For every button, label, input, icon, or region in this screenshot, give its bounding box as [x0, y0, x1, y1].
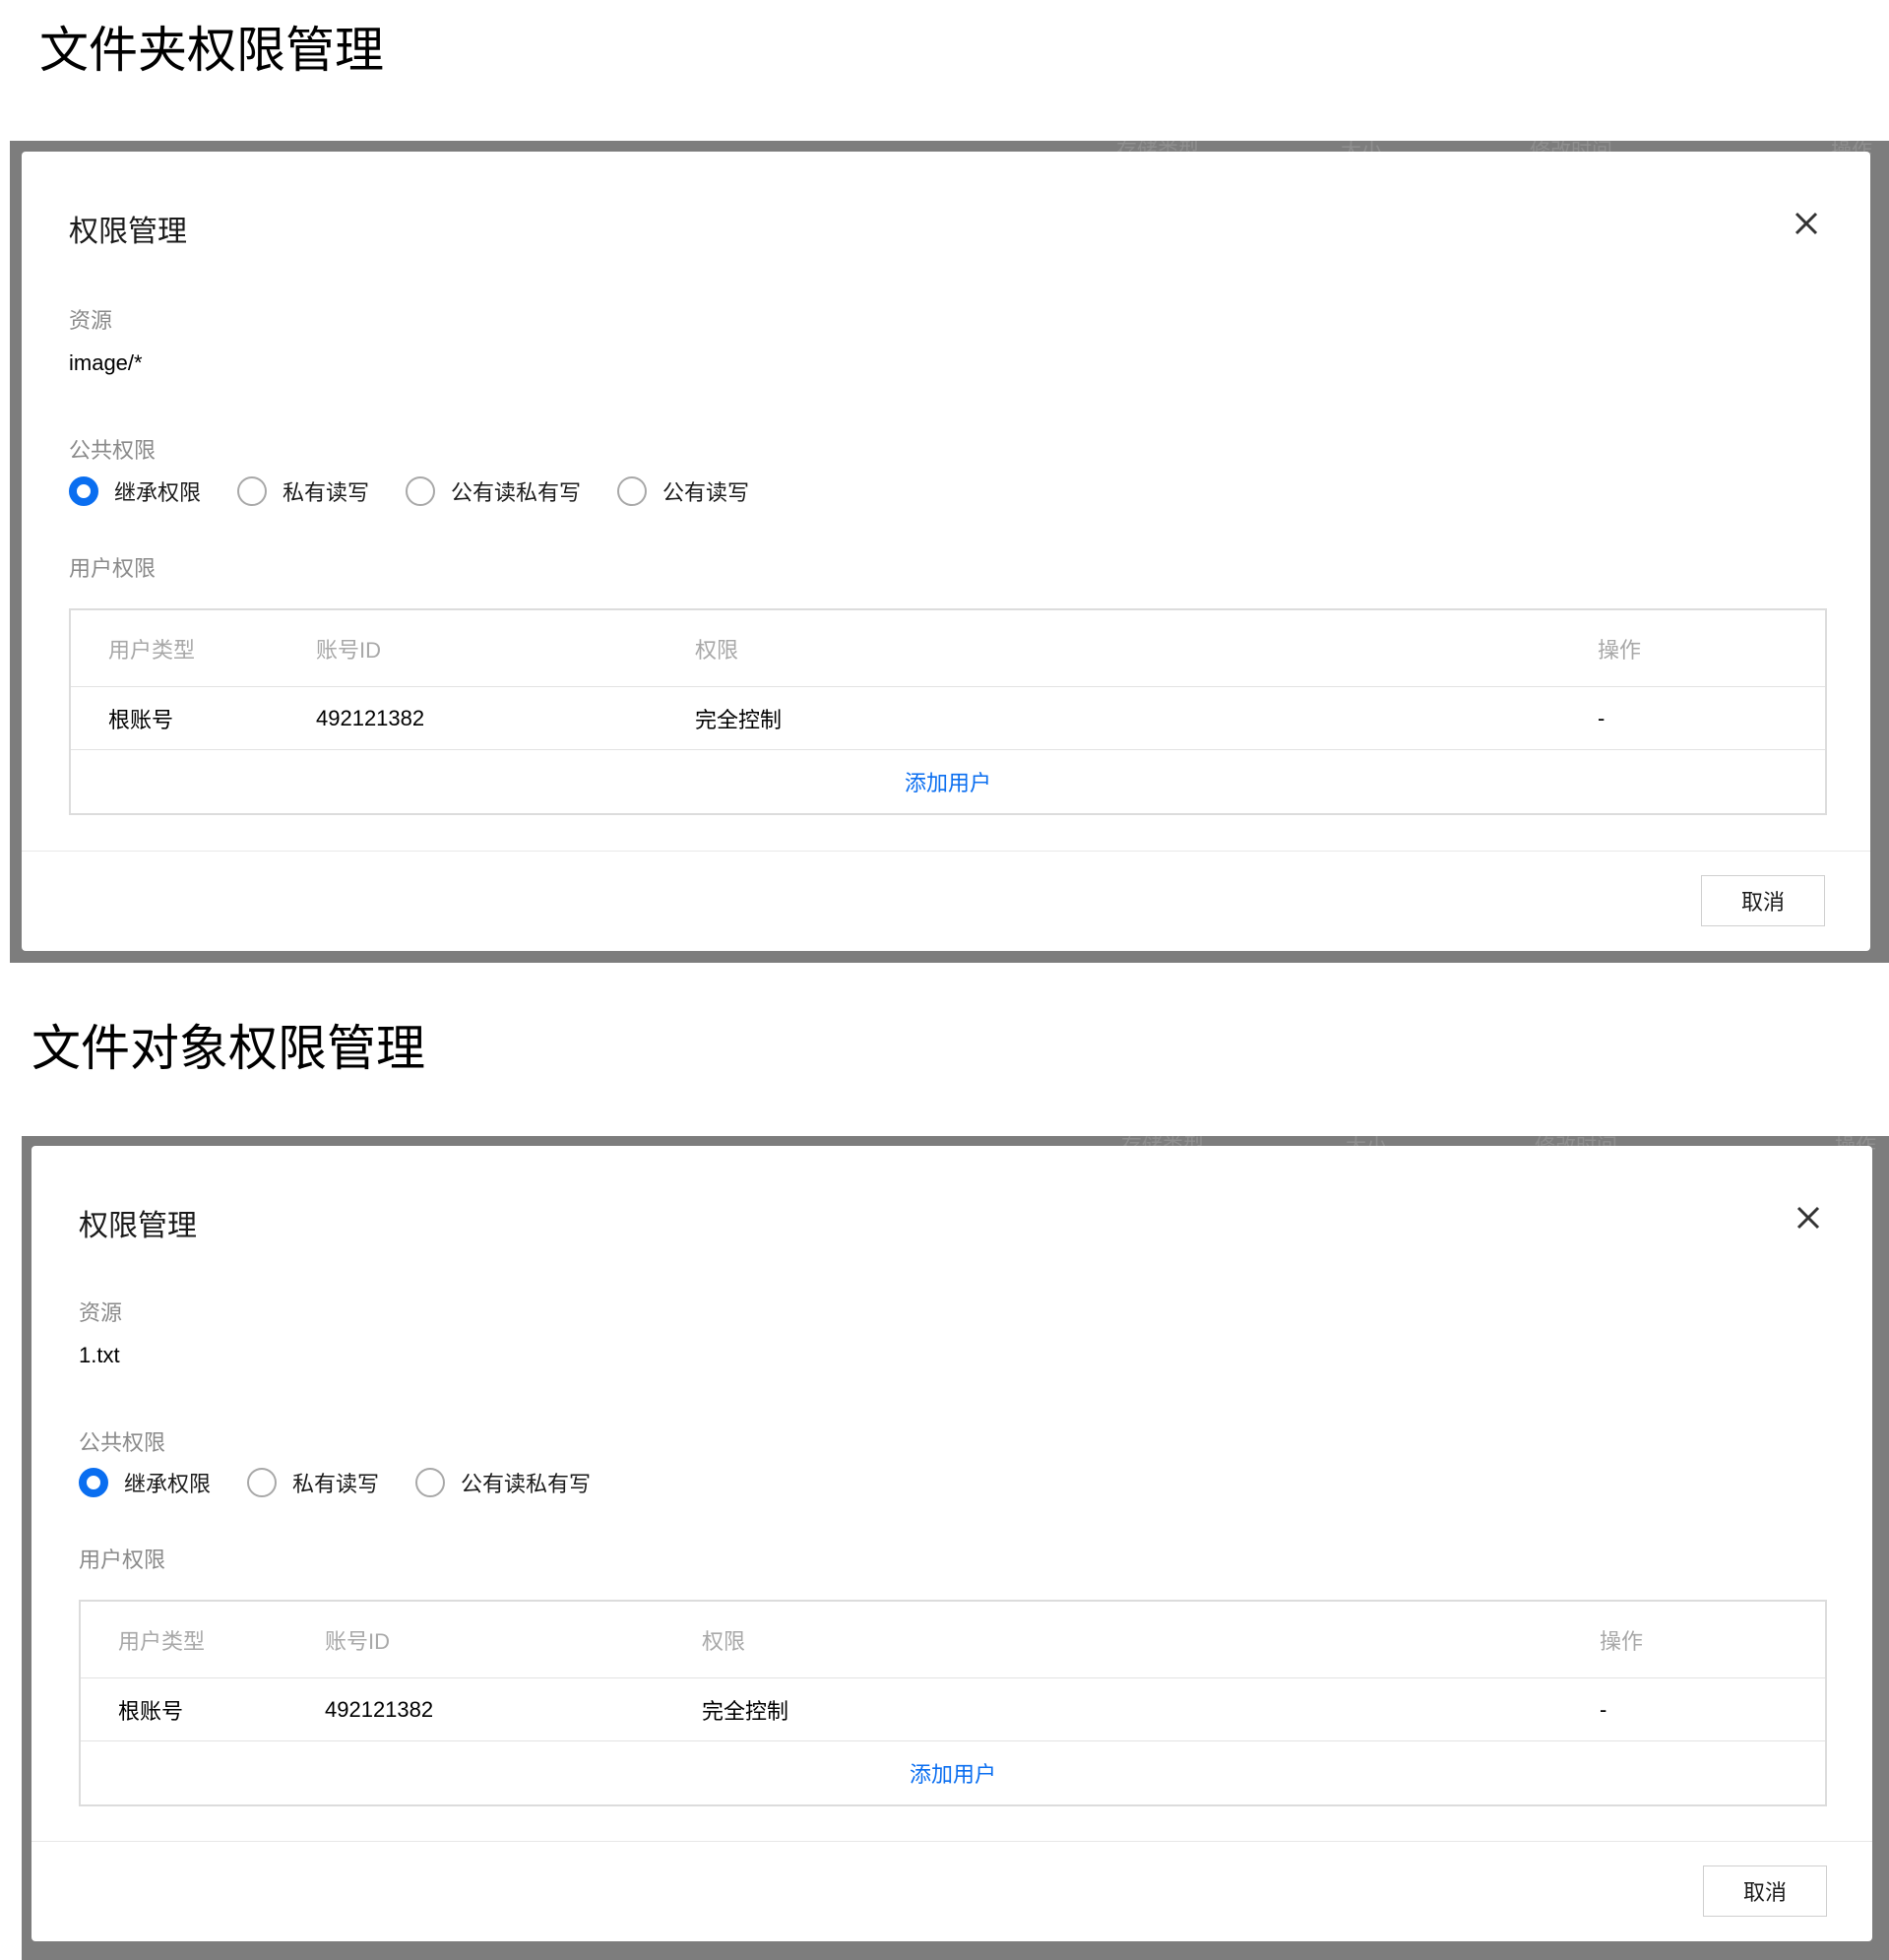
cancel-button[interactable]: 取消 [1703, 1865, 1827, 1917]
radio-public-read-private-write[interactable]: 公有读私有写 [415, 1467, 591, 1498]
dialog-footer: 取消 [31, 1841, 1872, 1941]
cell-actions: - [1598, 705, 1606, 730]
user-permission-label: 用户权限 [69, 556, 157, 581]
column-header-account-id: 账号ID [316, 637, 382, 663]
permission-dialog: 权限管理 资源 1.txt 公共权限 继承权限 私有读写 公有读私有写 用户权限… [31, 1146, 1872, 1941]
user-permission-label: 用户权限 [79, 1548, 166, 1572]
cell-permission: 完全控制 [702, 1698, 789, 1724]
column-header-user-type: 用户类型 [118, 1628, 206, 1654]
cell-account-id: 492121382 [316, 705, 425, 730]
radio-label: 公有读私有写 [461, 1472, 592, 1496]
cell-account-id: 492121382 [325, 1696, 434, 1722]
column-header-actions: 操作 [1598, 637, 1642, 663]
cell-user-type: 根账号 [118, 1698, 184, 1724]
radio-label: 私有读写 [292, 1472, 380, 1496]
radio-public-read-private-write[interactable]: 公有读私有写 [406, 475, 581, 507]
radio-private-rw[interactable]: 私有读写 [247, 1467, 379, 1498]
permission-dialog: 权限管理 资源 image/* 公共权限 继承权限 私有读写 公有读私有写 公有… [22, 152, 1870, 951]
radio-label: 私有读写 [283, 480, 370, 505]
radio-inherit[interactable]: 继承权限 [79, 1467, 211, 1498]
table-row: 根账号 492121382 完全控制 - [71, 687, 1825, 750]
add-user-link[interactable]: 添加用户 [910, 1757, 996, 1789]
public-permission-radio-group: 继承权限 私有读写 公有读私有写 公有读写 [69, 474, 786, 509]
close-button[interactable] [1792, 1201, 1825, 1234]
close-icon [1796, 1206, 1820, 1230]
resource-value: 1.txt [79, 1343, 120, 1367]
radio-unchecked-icon [247, 1468, 278, 1497]
add-user-row: 添加用户 [81, 1741, 1825, 1804]
resource-value: image/* [69, 350, 143, 375]
resource-label: 资源 [69, 308, 113, 333]
radio-private-rw[interactable]: 私有读写 [237, 475, 369, 507]
public-permission-label: 公共权限 [79, 1430, 166, 1455]
column-header-actions: 操作 [1600, 1628, 1644, 1654]
table-row: 根账号 492121382 完全控制 - [81, 1678, 1825, 1741]
column-header-permission: 权限 [695, 637, 739, 663]
cancel-button[interactable]: 取消 [1701, 875, 1825, 926]
cell-actions: - [1600, 1696, 1607, 1722]
user-permission-table: 用户类型 账号ID 权限 操作 根账号 492121382 完全控制 - 添加用… [69, 608, 1827, 815]
column-header-permission: 权限 [702, 1628, 746, 1654]
radio-unchecked-icon [415, 1468, 446, 1497]
resource-label: 资源 [79, 1300, 123, 1325]
cell-user-type: 根账号 [108, 707, 174, 732]
close-button[interactable] [1790, 207, 1823, 240]
radio-inherit[interactable]: 继承权限 [69, 475, 201, 507]
radio-label: 继承权限 [124, 1472, 212, 1496]
dialog-title: 权限管理 [79, 1210, 197, 1242]
cell-permission: 完全控制 [695, 707, 783, 732]
add-user-row: 添加用户 [71, 750, 1825, 813]
radio-public-rw[interactable]: 公有读写 [617, 475, 749, 507]
dialog-title: 权限管理 [69, 216, 187, 248]
table-header-row: 用户类型 账号ID 权限 操作 [71, 610, 1825, 687]
section-title-file-object: 文件对象权限管理 [31, 1020, 425, 1077]
radio-checked-icon [69, 476, 98, 506]
radio-checked-icon [79, 1468, 108, 1497]
add-user-link[interactable]: 添加用户 [905, 766, 991, 797]
column-header-account-id: 账号ID [325, 1628, 391, 1654]
radio-unchecked-icon [406, 476, 436, 506]
section-title-folder: 文件夹权限管理 [39, 22, 384, 79]
close-icon [1795, 212, 1818, 235]
public-permission-label: 公共权限 [69, 438, 157, 463]
radio-label: 公有读私有写 [451, 480, 582, 505]
column-header-user-type: 用户类型 [108, 637, 196, 663]
radio-unchecked-icon [237, 476, 268, 506]
radio-unchecked-icon [617, 476, 648, 506]
radio-label: 继承权限 [114, 480, 202, 505]
user-permission-table: 用户类型 账号ID 权限 操作 根账号 492121382 完全控制 - 添加用… [79, 1600, 1827, 1806]
radio-label: 公有读写 [662, 480, 750, 505]
public-permission-radio-group: 继承权限 私有读写 公有读私有写 [79, 1465, 627, 1500]
table-header-row: 用户类型 账号ID 权限 操作 [81, 1602, 1825, 1678]
dialog-footer: 取消 [22, 851, 1870, 951]
